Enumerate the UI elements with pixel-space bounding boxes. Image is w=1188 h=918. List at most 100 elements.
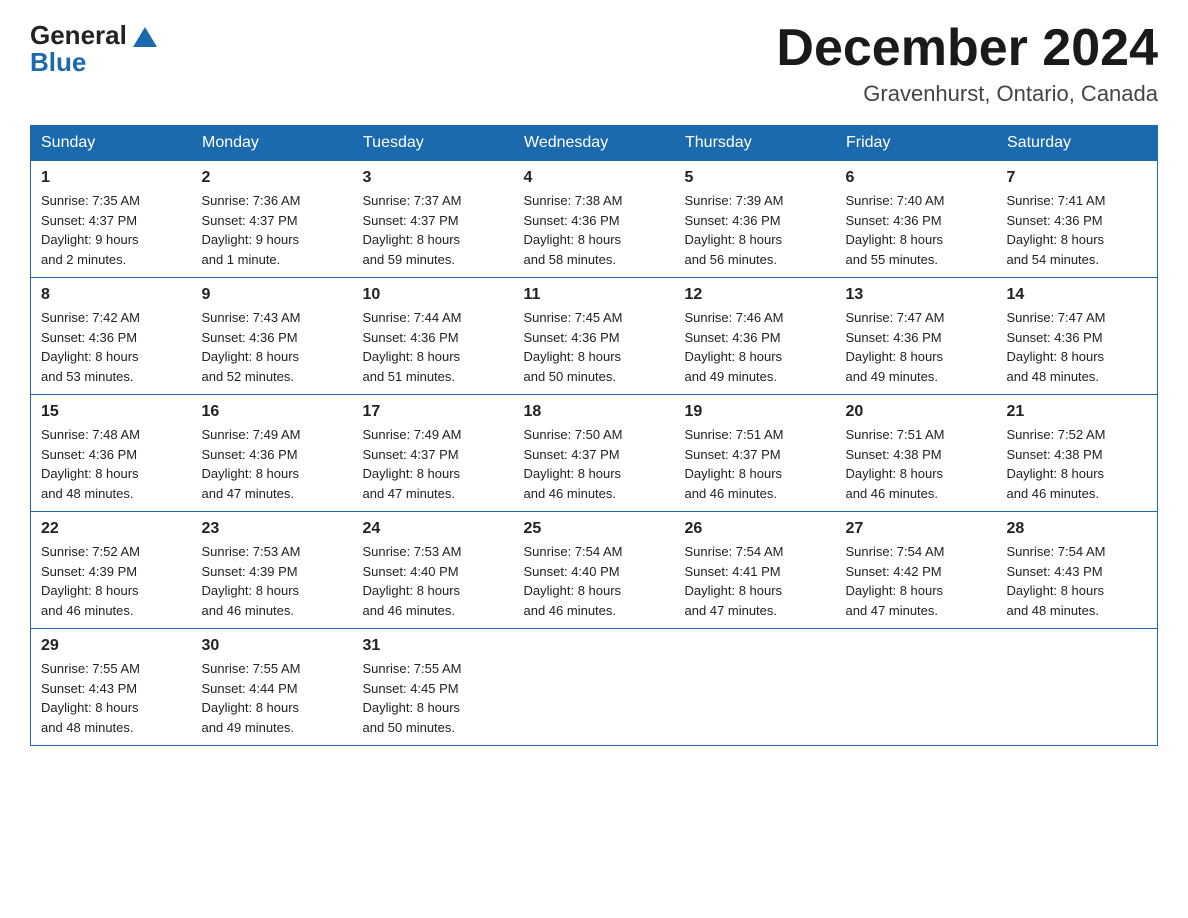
week-row-2: 8 Sunrise: 7:42 AMSunset: 4:36 PMDayligh… [31, 278, 1158, 395]
day-number: 4 [524, 169, 665, 187]
weekday-header-thursday: Thursday [675, 126, 836, 161]
weekday-header-wednesday: Wednesday [514, 126, 675, 161]
day-number: 19 [685, 403, 826, 421]
week-row-4: 22 Sunrise: 7:52 AMSunset: 4:39 PMDaylig… [31, 512, 1158, 629]
logo-triangle-icon [133, 27, 157, 47]
day-info: Sunrise: 7:54 AMSunset: 4:40 PMDaylight:… [524, 544, 623, 618]
day-number: 9 [202, 286, 343, 304]
day-info: Sunrise: 7:51 AMSunset: 4:37 PMDaylight:… [685, 427, 784, 501]
calendar-cell: 7 Sunrise: 7:41 AMSunset: 4:36 PMDayligh… [997, 161, 1158, 278]
calendar-cell: 10 Sunrise: 7:44 AMSunset: 4:36 PMDaylig… [353, 278, 514, 395]
day-number: 13 [846, 286, 987, 304]
calendar-cell: 8 Sunrise: 7:42 AMSunset: 4:36 PMDayligh… [31, 278, 192, 395]
day-number: 29 [41, 637, 182, 655]
day-info: Sunrise: 7:40 AMSunset: 4:36 PMDaylight:… [846, 193, 945, 267]
day-info: Sunrise: 7:49 AMSunset: 4:36 PMDaylight:… [202, 427, 301, 501]
day-info: Sunrise: 7:46 AMSunset: 4:36 PMDaylight:… [685, 310, 784, 384]
day-number: 8 [41, 286, 182, 304]
calendar-cell: 27 Sunrise: 7:54 AMSunset: 4:42 PMDaylig… [836, 512, 997, 629]
day-number: 16 [202, 403, 343, 421]
calendar-cell: 20 Sunrise: 7:51 AMSunset: 4:38 PMDaylig… [836, 395, 997, 512]
day-info: Sunrise: 7:54 AMSunset: 4:42 PMDaylight:… [846, 544, 945, 618]
calendar-cell: 13 Sunrise: 7:47 AMSunset: 4:36 PMDaylig… [836, 278, 997, 395]
calendar-cell: 17 Sunrise: 7:49 AMSunset: 4:37 PMDaylig… [353, 395, 514, 512]
day-info: Sunrise: 7:45 AMSunset: 4:36 PMDaylight:… [524, 310, 623, 384]
day-info: Sunrise: 7:44 AMSunset: 4:36 PMDaylight:… [363, 310, 462, 384]
calendar-cell: 22 Sunrise: 7:52 AMSunset: 4:39 PMDaylig… [31, 512, 192, 629]
calendar-cell [997, 629, 1158, 746]
calendar-cell: 23 Sunrise: 7:53 AMSunset: 4:39 PMDaylig… [192, 512, 353, 629]
day-info: Sunrise: 7:47 AMSunset: 4:36 PMDaylight:… [846, 310, 945, 384]
logo: General Blue [30, 20, 157, 78]
calendar-cell: 2 Sunrise: 7:36 AMSunset: 4:37 PMDayligh… [192, 161, 353, 278]
calendar-cell: 11 Sunrise: 7:45 AMSunset: 4:36 PMDaylig… [514, 278, 675, 395]
day-number: 27 [846, 520, 987, 538]
day-number: 22 [41, 520, 182, 538]
week-row-3: 15 Sunrise: 7:48 AMSunset: 4:36 PMDaylig… [31, 395, 1158, 512]
weekday-header-tuesday: Tuesday [353, 126, 514, 161]
day-number: 17 [363, 403, 504, 421]
calendar-cell: 30 Sunrise: 7:55 AMSunset: 4:44 PMDaylig… [192, 629, 353, 746]
day-info: Sunrise: 7:35 AMSunset: 4:37 PMDaylight:… [41, 193, 140, 267]
day-info: Sunrise: 7:36 AMSunset: 4:37 PMDaylight:… [202, 193, 301, 267]
calendar-cell: 31 Sunrise: 7:55 AMSunset: 4:45 PMDaylig… [353, 629, 514, 746]
calendar-cell: 12 Sunrise: 7:46 AMSunset: 4:36 PMDaylig… [675, 278, 836, 395]
calendar-cell: 29 Sunrise: 7:55 AMSunset: 4:43 PMDaylig… [31, 629, 192, 746]
day-info: Sunrise: 7:55 AMSunset: 4:44 PMDaylight:… [202, 661, 301, 735]
calendar-cell: 28 Sunrise: 7:54 AMSunset: 4:43 PMDaylig… [997, 512, 1158, 629]
day-number: 2 [202, 169, 343, 187]
day-info: Sunrise: 7:55 AMSunset: 4:43 PMDaylight:… [41, 661, 140, 735]
calendar-cell: 21 Sunrise: 7:52 AMSunset: 4:38 PMDaylig… [997, 395, 1158, 512]
day-number: 1 [41, 169, 182, 187]
day-info: Sunrise: 7:50 AMSunset: 4:37 PMDaylight:… [524, 427, 623, 501]
weekday-header-saturday: Saturday [997, 126, 1158, 161]
day-info: Sunrise: 7:54 AMSunset: 4:41 PMDaylight:… [685, 544, 784, 618]
logo-blue: Blue [30, 47, 86, 78]
day-info: Sunrise: 7:41 AMSunset: 4:36 PMDaylight:… [1007, 193, 1106, 267]
day-info: Sunrise: 7:49 AMSunset: 4:37 PMDaylight:… [363, 427, 462, 501]
day-info: Sunrise: 7:54 AMSunset: 4:43 PMDaylight:… [1007, 544, 1106, 618]
day-info: Sunrise: 7:52 AMSunset: 4:38 PMDaylight:… [1007, 427, 1106, 501]
calendar-cell [836, 629, 997, 746]
day-number: 18 [524, 403, 665, 421]
weekday-header-friday: Friday [836, 126, 997, 161]
day-number: 10 [363, 286, 504, 304]
day-number: 20 [846, 403, 987, 421]
day-number: 28 [1007, 520, 1148, 538]
day-info: Sunrise: 7:37 AMSunset: 4:37 PMDaylight:… [363, 193, 462, 267]
day-info: Sunrise: 7:39 AMSunset: 4:36 PMDaylight:… [685, 193, 784, 267]
day-number: 25 [524, 520, 665, 538]
day-info: Sunrise: 7:38 AMSunset: 4:36 PMDaylight:… [524, 193, 623, 267]
day-number: 24 [363, 520, 504, 538]
day-number: 11 [524, 286, 665, 304]
calendar-cell: 19 Sunrise: 7:51 AMSunset: 4:37 PMDaylig… [675, 395, 836, 512]
calendar-cell: 5 Sunrise: 7:39 AMSunset: 4:36 PMDayligh… [675, 161, 836, 278]
calendar-table: SundayMondayTuesdayWednesdayThursdayFrid… [30, 125, 1158, 746]
calendar-cell: 4 Sunrise: 7:38 AMSunset: 4:36 PMDayligh… [514, 161, 675, 278]
day-info: Sunrise: 7:43 AMSunset: 4:36 PMDaylight:… [202, 310, 301, 384]
calendar-cell: 9 Sunrise: 7:43 AMSunset: 4:36 PMDayligh… [192, 278, 353, 395]
day-number: 15 [41, 403, 182, 421]
calendar-cell: 1 Sunrise: 7:35 AMSunset: 4:37 PMDayligh… [31, 161, 192, 278]
calendar-cell: 15 Sunrise: 7:48 AMSunset: 4:36 PMDaylig… [31, 395, 192, 512]
day-number: 21 [1007, 403, 1148, 421]
day-number: 14 [1007, 286, 1148, 304]
calendar-cell: 25 Sunrise: 7:54 AMSunset: 4:40 PMDaylig… [514, 512, 675, 629]
calendar-cell: 16 Sunrise: 7:49 AMSunset: 4:36 PMDaylig… [192, 395, 353, 512]
day-info: Sunrise: 7:53 AMSunset: 4:39 PMDaylight:… [202, 544, 301, 618]
weekday-header-row: SundayMondayTuesdayWednesdayThursdayFrid… [31, 126, 1158, 161]
day-number: 23 [202, 520, 343, 538]
location-subtitle: Gravenhurst, Ontario, Canada [776, 81, 1158, 107]
calendar-cell: 3 Sunrise: 7:37 AMSunset: 4:37 PMDayligh… [353, 161, 514, 278]
week-row-1: 1 Sunrise: 7:35 AMSunset: 4:37 PMDayligh… [31, 161, 1158, 278]
weekday-header-sunday: Sunday [31, 126, 192, 161]
day-info: Sunrise: 7:42 AMSunset: 4:36 PMDaylight:… [41, 310, 140, 384]
day-number: 30 [202, 637, 343, 655]
day-number: 6 [846, 169, 987, 187]
title-area: December 2024 Gravenhurst, Ontario, Cana… [776, 20, 1158, 107]
day-number: 7 [1007, 169, 1148, 187]
calendar-cell [514, 629, 675, 746]
day-number: 31 [363, 637, 504, 655]
day-info: Sunrise: 7:53 AMSunset: 4:40 PMDaylight:… [363, 544, 462, 618]
day-info: Sunrise: 7:52 AMSunset: 4:39 PMDaylight:… [41, 544, 140, 618]
